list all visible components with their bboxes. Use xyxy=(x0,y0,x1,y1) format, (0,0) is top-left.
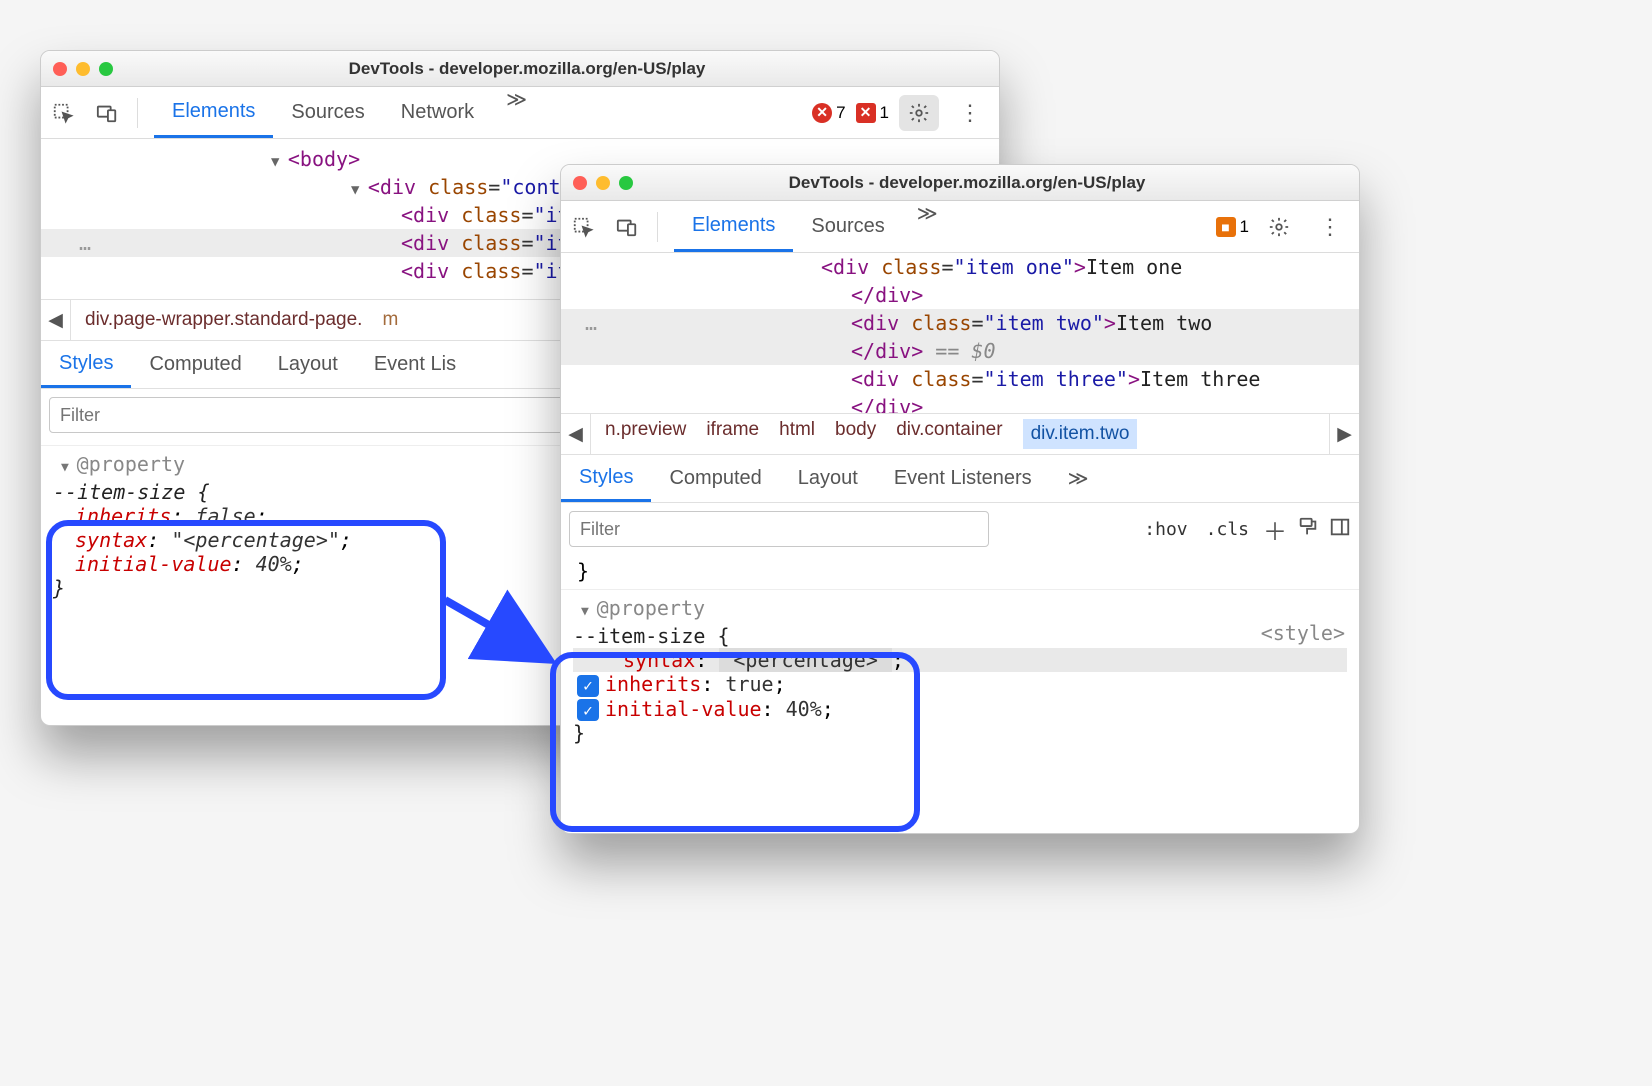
minimize-window-icon[interactable] xyxy=(76,62,90,76)
at-property-header[interactable]: @property xyxy=(573,590,1347,624)
tab-sources[interactable]: Sources xyxy=(273,87,382,138)
filter-input[interactable] xyxy=(569,511,989,547)
close-window-icon[interactable] xyxy=(573,176,587,190)
subtab-event-listeners[interactable]: Event Lis xyxy=(356,341,474,388)
styles-subtabs: Styles Computed Layout Event Listeners ≫ xyxy=(561,455,1359,503)
main-toolbar: Elements Sources ≫ ■ 1 ⋮ xyxy=(561,201,1359,253)
style-source-link[interactable]: <style> xyxy=(1261,621,1345,645)
maximize-window-icon[interactable] xyxy=(619,176,633,190)
settings-icon[interactable] xyxy=(1259,209,1299,245)
tabs-overflow-icon[interactable]: ≫ xyxy=(903,201,952,252)
breadcrumb-item[interactable]: n.preview xyxy=(605,419,686,449)
subtab-layout[interactable]: Layout xyxy=(260,341,356,388)
property-enabled-checkbox[interactable]: ✓ xyxy=(577,675,599,697)
annotation-arrow-icon xyxy=(440,590,570,695)
inspect-element-icon[interactable] xyxy=(41,102,85,124)
tab-network[interactable]: Network xyxy=(383,87,492,138)
new-style-rule-icon[interactable]: ＋ xyxy=(1263,512,1287,547)
close-window-icon[interactable] xyxy=(53,62,67,76)
ellipsis-icon[interactable]: … xyxy=(567,311,599,335)
device-toolbar-icon[interactable] xyxy=(85,102,129,124)
breadcrumb-item[interactable]: body xyxy=(835,419,876,449)
minimize-window-icon[interactable] xyxy=(596,176,610,190)
breadcrumb: ◀ n.preview iframe html body div.contain… xyxy=(561,413,1359,455)
kebab-menu-icon[interactable]: ⋮ xyxy=(1309,214,1351,240)
subtab-computed[interactable]: Computed xyxy=(651,455,779,502)
devtools-window-2: DevTools - developer.mozilla.org/en-US/p… xyxy=(560,164,1360,834)
titlebar: DevTools - developer.mozilla.org/en-US/p… xyxy=(561,165,1359,201)
subtab-layout[interactable]: Layout xyxy=(780,455,876,502)
subtab-styles[interactable]: Styles xyxy=(561,455,651,502)
subtab-event-listeners[interactable]: Event Listeners xyxy=(876,455,1050,502)
kebab-menu-icon[interactable]: ⋮ xyxy=(949,100,991,126)
breadcrumb-right-icon[interactable]: ▶ xyxy=(1329,414,1359,454)
breadcrumb-item[interactable]: div.container xyxy=(896,419,1002,449)
breadcrumb-left-icon[interactable]: ◀ xyxy=(41,300,71,340)
subtab-computed[interactable]: Computed xyxy=(131,341,259,388)
subtabs-overflow-icon[interactable]: ≫ xyxy=(1050,455,1107,502)
rule-selector: --item-size { xyxy=(573,624,1347,648)
tab-sources[interactable]: Sources xyxy=(793,201,902,252)
errors-badge[interactable]: ✕ 7 xyxy=(812,103,845,123)
window-title: DevTools - developer.mozilla.org/en-US/p… xyxy=(647,173,1347,193)
tab-elements[interactable]: Elements xyxy=(674,201,793,252)
window-title: DevTools - developer.mozilla.org/en-US/p… xyxy=(127,59,987,79)
breadcrumb-item[interactable]: m xyxy=(382,309,398,331)
warnings-count: 1 xyxy=(880,103,889,123)
panel-layout-icon[interactable] xyxy=(1329,516,1351,543)
paint-icon[interactable] xyxy=(1297,516,1319,543)
breadcrumb-item[interactable]: html xyxy=(779,419,815,449)
subtab-styles[interactable]: Styles xyxy=(41,341,131,388)
device-toolbar-icon[interactable] xyxy=(605,216,649,238)
maximize-window-icon[interactable] xyxy=(99,62,113,76)
styles-filter-bar: :hov .cls ＋ xyxy=(561,503,1359,555)
tabs-overflow-icon[interactable]: ≫ xyxy=(492,87,541,138)
property-enabled-checkbox[interactable]: ✓ xyxy=(577,699,599,721)
dom-tree[interactable]: <div class="item one">Item one </div> …<… xyxy=(561,253,1359,413)
breadcrumb-item[interactable]: iframe xyxy=(706,419,759,449)
tab-elements[interactable]: Elements xyxy=(154,87,273,138)
issues-count: 1 xyxy=(1240,217,1249,237)
styles-pane[interactable]: } @property <style> --item-size { syntax… xyxy=(561,555,1359,761)
titlebar: DevTools - developer.mozilla.org/en-US/p… xyxy=(41,51,999,87)
main-toolbar: Elements Sources Network ≫ ✕ 7 ✕ 1 ⋮ xyxy=(41,87,999,139)
settings-icon[interactable] xyxy=(899,95,939,131)
cls-toggle[interactable]: .cls xyxy=(1202,519,1253,540)
breadcrumb-item-selected[interactable]: div.item.two xyxy=(1023,419,1138,449)
warnings-badge[interactable]: ✕ 1 xyxy=(856,103,889,123)
breadcrumb-item[interactable]: div.page-wrapper.standard-page. xyxy=(85,309,362,331)
hov-toggle[interactable]: :hov xyxy=(1140,519,1191,540)
inspect-element-icon[interactable] xyxy=(561,216,605,238)
issues-badge[interactable]: ■ 1 xyxy=(1216,217,1249,237)
errors-count: 7 xyxy=(836,103,845,123)
breadcrumb-left-icon[interactable]: ◀ xyxy=(561,414,591,454)
ellipsis-icon[interactable]: … xyxy=(61,231,93,255)
